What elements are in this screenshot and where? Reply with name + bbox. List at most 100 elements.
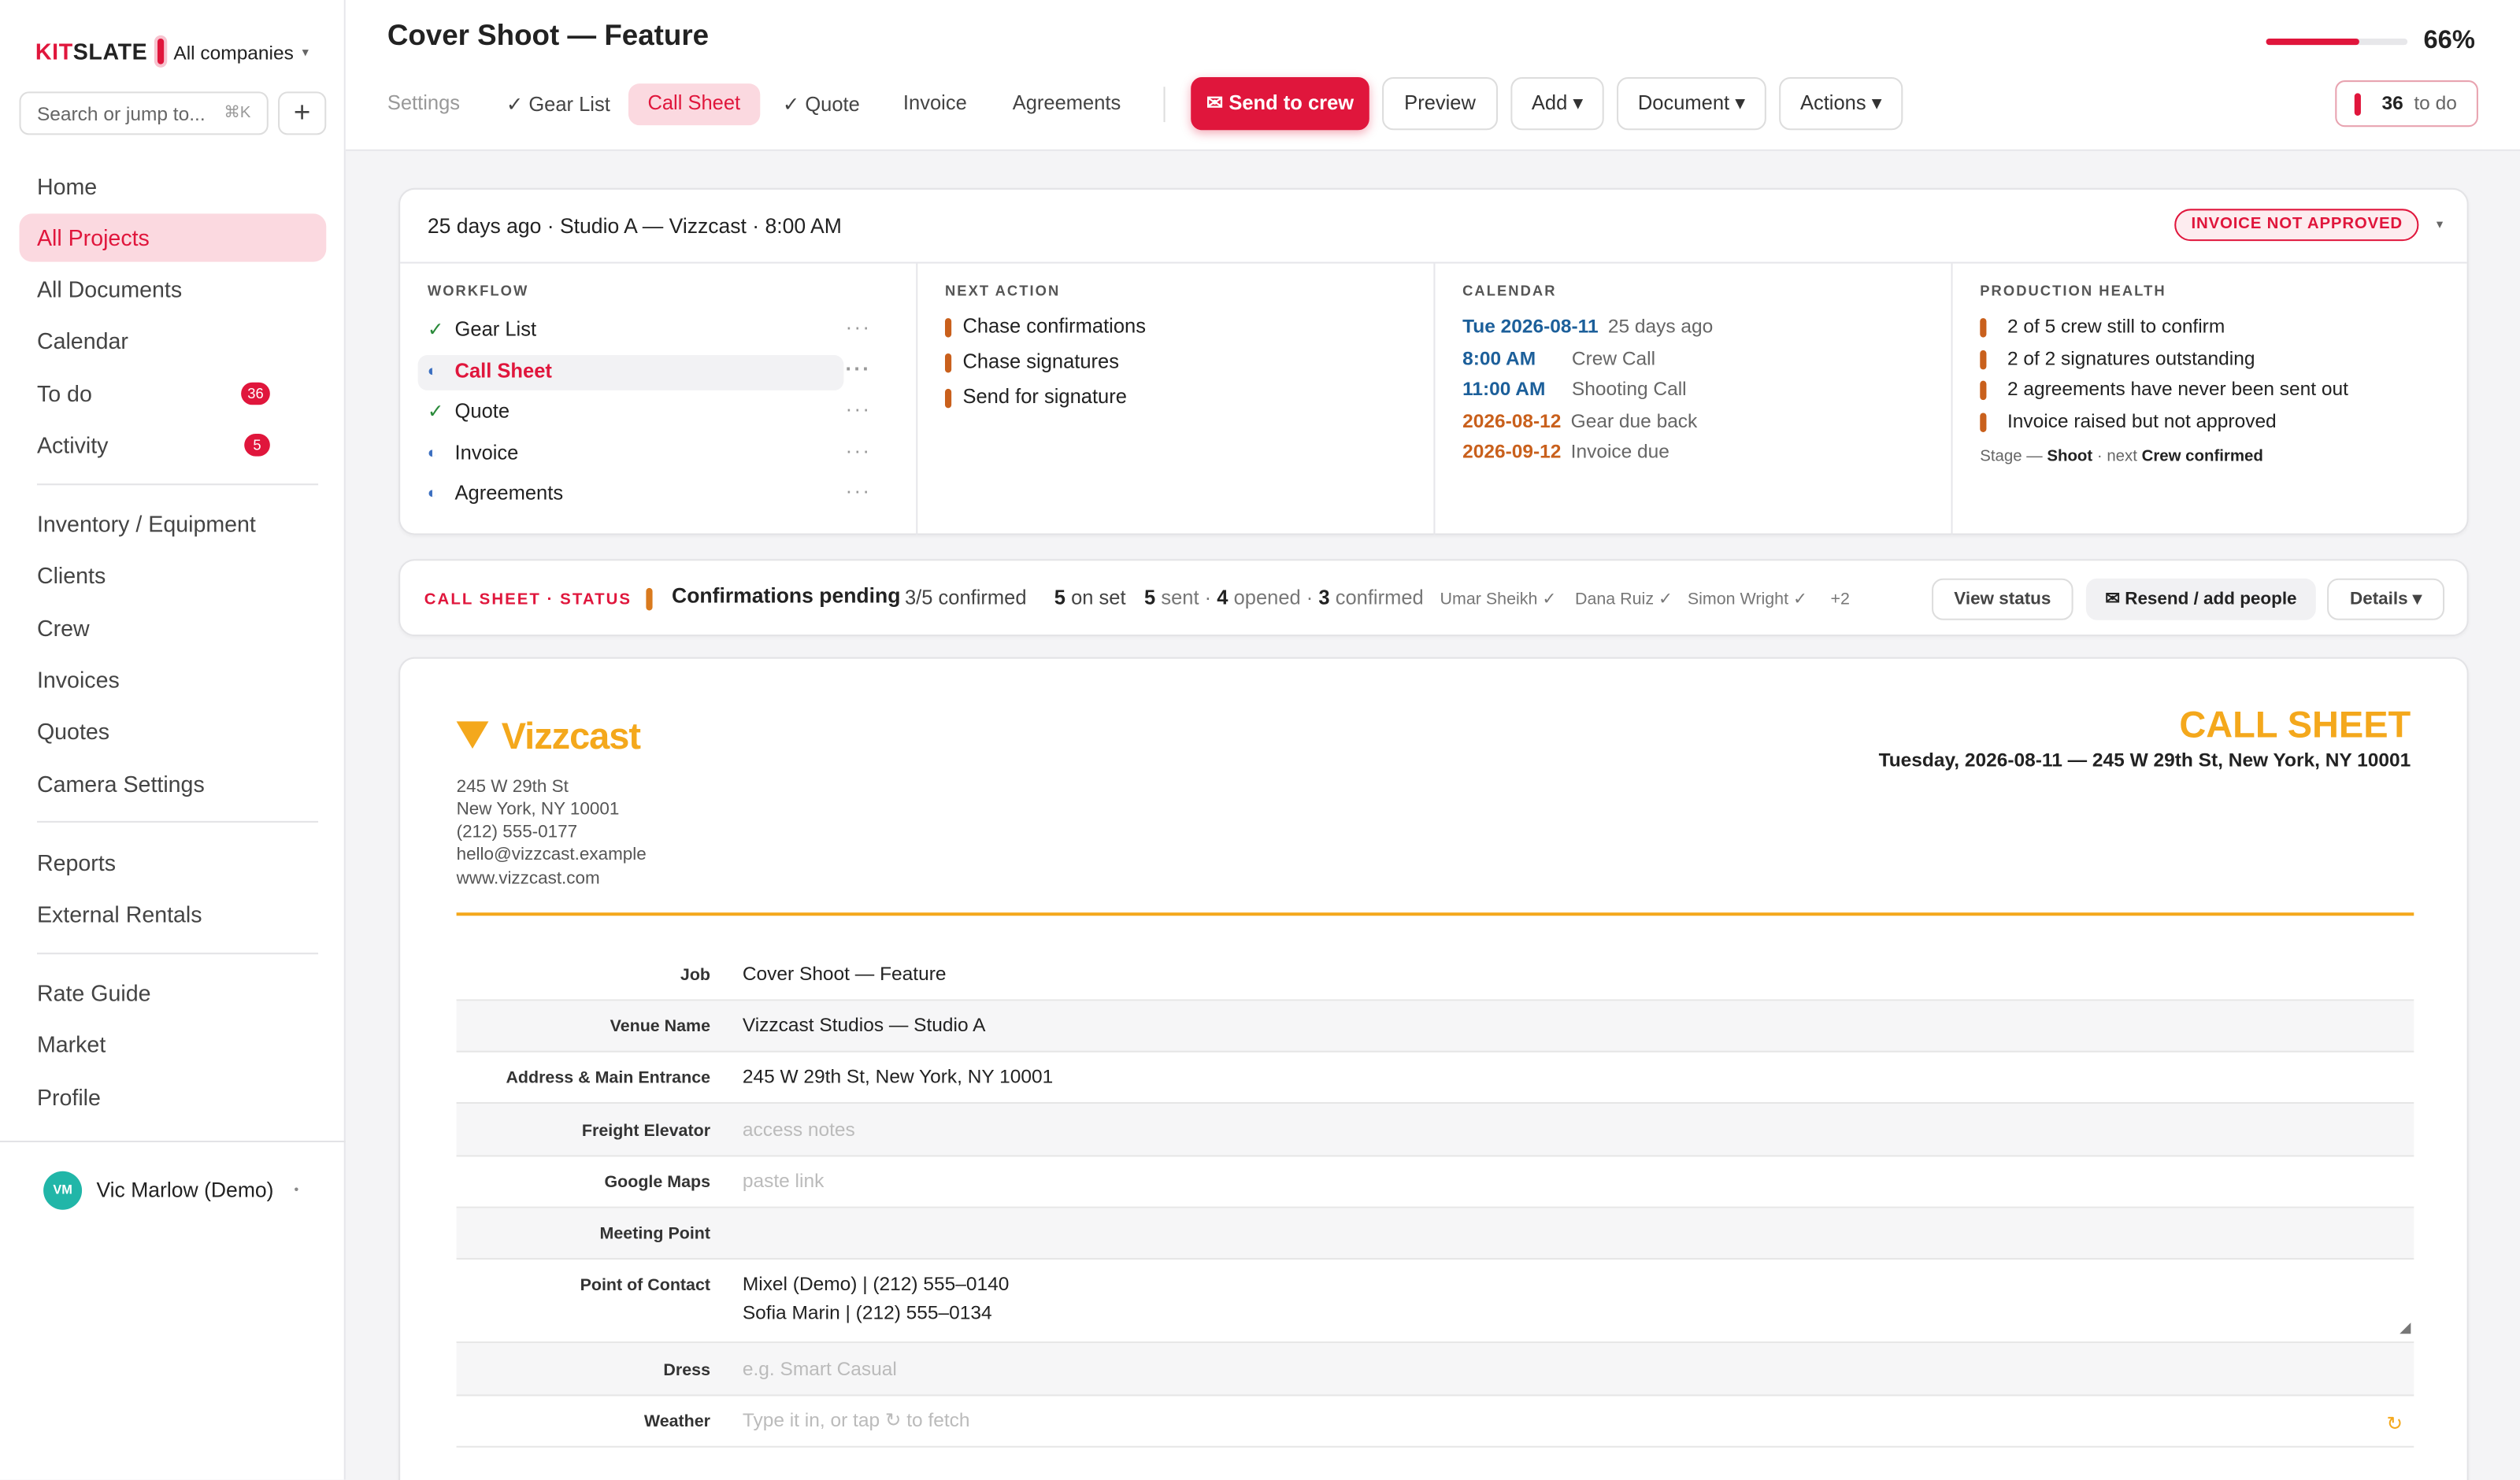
sidebar-item-camera-settings[interactable]: Camera Settings <box>19 760 326 808</box>
tab-quote[interactable]: ✓ Quote <box>763 83 879 125</box>
tab-divider <box>1163 87 1166 123</box>
sidebar-item-all-documents[interactable]: All Documents <box>19 265 326 313</box>
tab-settings[interactable]: Settings <box>368 83 479 125</box>
company-switcher[interactable]: All companies <box>173 42 293 65</box>
calendar-entry: 8:00 AM Crew Call <box>1462 346 1656 370</box>
tab-gear-list[interactable]: ✓ Gear List <box>487 83 629 125</box>
avatar[interactable]: VM <box>43 1171 83 1210</box>
more-icon[interactable]: ··· <box>845 479 871 503</box>
half-circle-icon: ◐ <box>427 445 438 463</box>
sidebar-item-home[interactable]: Home <box>19 162 326 210</box>
next-action-item[interactable]: Chase confirmations <box>944 315 1146 338</box>
check-icon: ✓ <box>427 400 444 423</box>
more-icon[interactable]: ··· <box>845 438 871 463</box>
crew-chip[interactable]: Umar Sheikh ✓ <box>1440 590 1557 609</box>
sidebar-item-market[interactable]: Market <box>19 1020 326 1068</box>
crew-chip[interactable]: Dana Ruiz ✓ <box>1575 590 1673 609</box>
next-action-item[interactable]: Chase signatures <box>944 350 1119 373</box>
send-to-crew-button[interactable]: ✉ Send to crew <box>1191 76 1369 131</box>
marker-icon <box>1980 413 1987 432</box>
sidebar-item-clients[interactable]: Clients <box>19 551 326 599</box>
field-weather: Weather Type it in, or tap ↻ to fetch ↻ <box>456 1396 2414 1448</box>
job-input[interactable]: Cover Shoot — Feature <box>743 962 947 985</box>
google-maps-input[interactable]: paste link <box>743 1170 824 1193</box>
workflow-item-agreements[interactable]: ◐ Agreements ··· <box>418 477 869 512</box>
resend-add-people-button[interactable]: ✉ Resend / add people <box>2085 578 2316 620</box>
search-input[interactable]: Search or jump to... ⌘K <box>19 91 269 135</box>
sidebar-item-crew[interactable]: Crew <box>19 604 326 652</box>
marker-icon <box>944 318 952 338</box>
status-state: Confirmations pending <box>672 583 901 608</box>
tab-agreements[interactable]: Agreements <box>993 83 1140 125</box>
company-address-line: 245 W 29th St <box>456 777 569 797</box>
view-status-button[interactable]: View status <box>1932 578 2073 620</box>
workflow-item-quote[interactable]: ✓ Quote ··· <box>418 395 869 431</box>
more-icon[interactable]: ··· <box>845 357 871 381</box>
refresh-icon[interactable]: ↻ <box>2386 1412 2403 1435</box>
freight-elevator-input[interactable]: access notes <box>743 1118 855 1141</box>
field-label: Weather <box>643 1412 711 1432</box>
todo-button[interactable]: 36 to do <box>2335 80 2478 128</box>
tab-call-sheet[interactable]: Call Sheet <box>628 83 760 126</box>
chevron-down-icon[interactable]: ▾ <box>302 45 309 59</box>
sidebar-item-todo[interactable]: To do 36 <box>19 369 326 417</box>
workflow-item-invoice[interactable]: ◐ Invoice ··· <box>418 437 869 472</box>
workflow-item-call-sheet[interactable]: ◐ Call Sheet ··· <box>417 355 869 390</box>
contact-line[interactable]: Sofia Marin | (212) 555–0134 <box>743 1301 992 1324</box>
sidebar-item-calendar[interactable]: Calendar <box>19 316 326 364</box>
progress-fill <box>2266 38 2360 46</box>
workflow-item-gear-list[interactable]: ✓ Gear List ··· <box>418 313 869 349</box>
app-logo[interactable]: KITSLATE <box>35 39 147 65</box>
chevron-down-icon[interactable]: ▾ <box>2437 217 2443 231</box>
sidebar-item-rate-guide[interactable]: Rate Guide <box>19 969 326 1017</box>
add-menu-button[interactable]: Add ▾ <box>1510 76 1604 131</box>
sidebar-divider <box>36 483 319 486</box>
document-title: CALL SHEET <box>2179 703 2411 746</box>
sidebar-item-invoices[interactable]: Invoices <box>19 656 326 704</box>
contact-line[interactable]: Mixel (Demo) | (212) 555–0140 <box>743 1272 1010 1295</box>
actions-menu-button[interactable]: Actions ▾ <box>1779 76 1903 131</box>
field-google-maps: Google Maps paste link <box>456 1156 2414 1208</box>
sidebar-item-quotes[interactable]: Quotes <box>19 707 326 755</box>
user-name[interactable]: Vic Marlow (Demo) <box>96 1178 273 1202</box>
calendar-column: CALENDAR Tue 2026-08-11 25 days ago 8:00 … <box>1435 263 1953 535</box>
user-menu-icon[interactable]: • <box>294 1182 298 1197</box>
page-title: Cover Shoot — Feature <box>387 19 710 52</box>
resize-handle-icon[interactable]: ◢ <box>2400 1319 2411 1336</box>
venue-name-input[interactable]: Vizzcast Studios — Studio A <box>743 1014 986 1037</box>
field-label: Meeting Point <box>599 1224 711 1244</box>
company-color-icon <box>154 35 168 68</box>
sidebar-item-external-rentals[interactable]: External Rentals <box>19 890 326 938</box>
preview-button[interactable]: Preview <box>1382 76 1499 131</box>
more-crew-chip[interactable]: +2 <box>1830 590 1849 609</box>
confirmed-count: 3/5 confirmed <box>904 586 1027 609</box>
address-input[interactable]: 245 W 29th St, New York, NY 10001 <box>743 1065 1053 1088</box>
sidebar-divider <box>0 1140 346 1143</box>
column-title: NEXT ACTION <box>944 283 1061 299</box>
next-action-column: NEXT ACTION Chase confirmations Chase si… <box>917 263 1436 535</box>
new-item-button[interactable]: + <box>278 91 327 135</box>
sidebar-item-profile[interactable]: Profile <box>19 1073 326 1121</box>
company-address-line: New York, NY 10001 <box>456 800 620 820</box>
dress-input[interactable]: e.g. Smart Casual <box>743 1357 897 1380</box>
next-action-item[interactable]: Send for signature <box>944 386 1127 409</box>
details-button[interactable]: Details ▾ <box>2327 578 2445 620</box>
send-stats: 5 sent · 4 opened · 3 confirmed <box>1144 586 1424 609</box>
workflow-column: WORKFLOW ✓ Gear List ··· ◐ Call Sheet ··· ✓ Q… <box>400 263 918 535</box>
weather-input[interactable]: Type it in, or tap ↻ to fetch <box>743 1409 970 1432</box>
company-phone: (212) 555-0177 <box>456 822 578 842</box>
more-icon[interactable]: ··· <box>845 315 871 339</box>
marker-icon <box>1980 350 1987 370</box>
call-sheet-status-bar: CALL SHEET · STATUS Confirmations pendin… <box>398 559 2469 637</box>
sidebar-item-activity[interactable]: Activity 5 <box>19 421 326 469</box>
more-icon[interactable]: ··· <box>845 397 871 421</box>
status-label: CALL SHEET · STATUS <box>424 591 632 609</box>
document-menu-button[interactable]: Document ▾ <box>1617 76 1766 131</box>
sidebar-item-reports[interactable]: Reports <box>19 838 326 886</box>
progress-percent: 66% <box>2423 27 2475 55</box>
tab-invoice[interactable]: Invoice <box>884 83 986 125</box>
sidebar-item-all-projects[interactable]: All Projects <box>19 213 327 262</box>
sidebar-item-inventory[interactable]: Inventory / Equipment <box>19 500 326 548</box>
column-title: CALENDAR <box>1462 283 1557 299</box>
crew-chip[interactable]: Simon Wright ✓ <box>1688 590 1807 609</box>
